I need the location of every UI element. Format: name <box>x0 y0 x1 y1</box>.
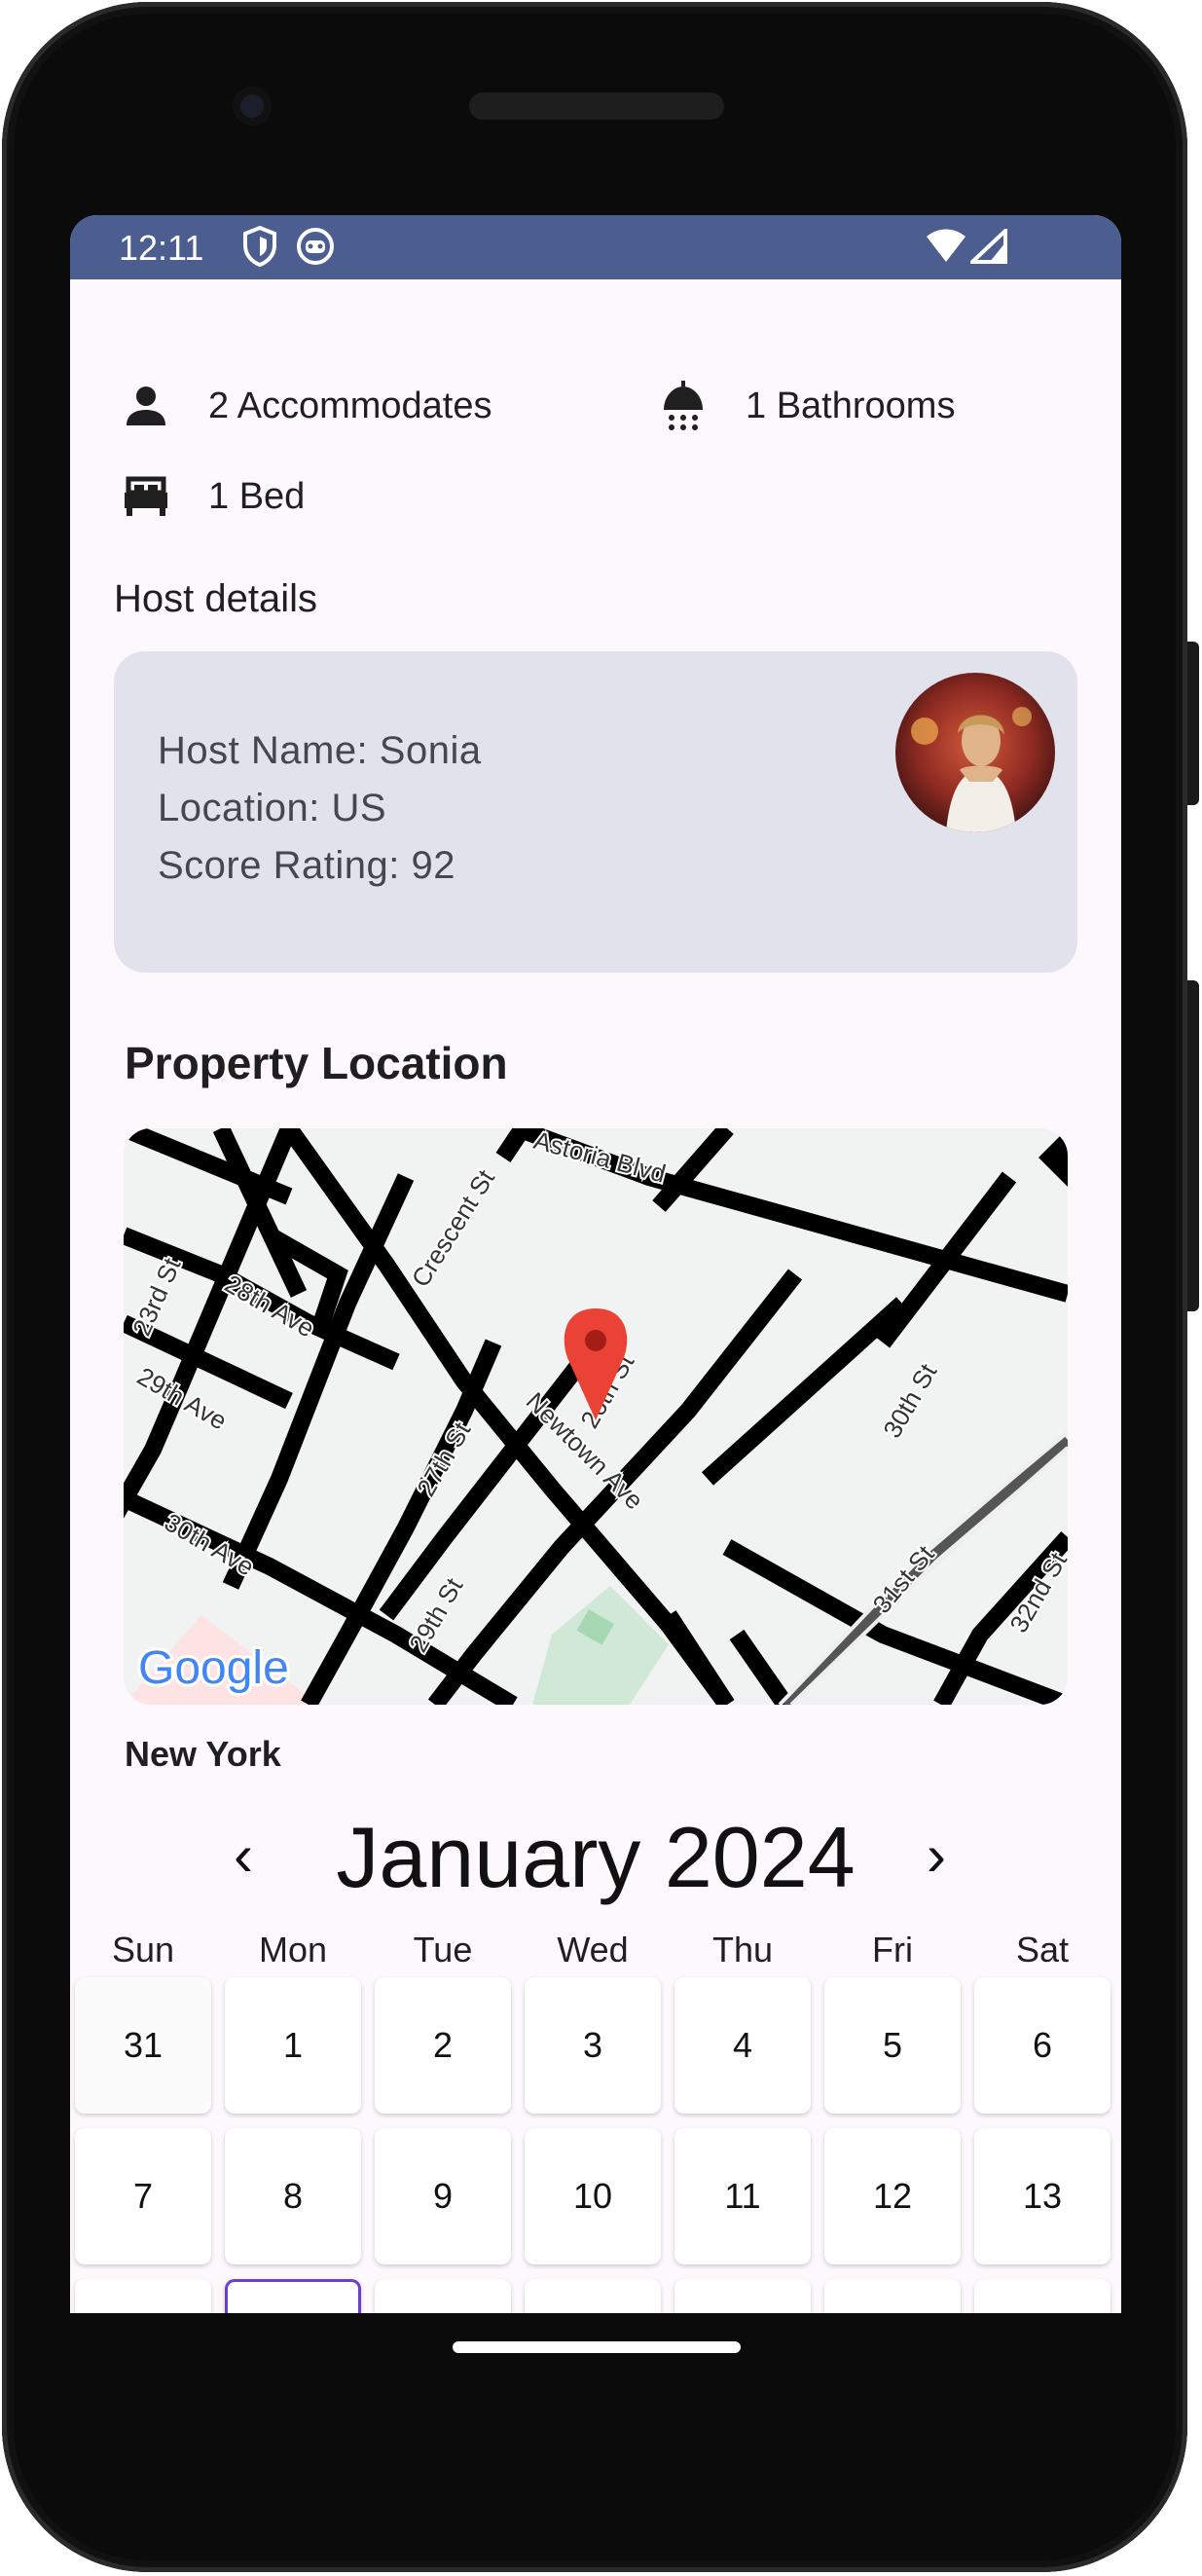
screen: 12:11 2 Accommodates 1 Bathrooms 1 Bed H… <box>70 215 1121 2313</box>
volume-button <box>1187 642 1199 805</box>
calendar-day[interactable] <box>75 2279 211 2313</box>
calendar-day[interactable] <box>525 2279 661 2313</box>
host-score: Score Rating: 92 <box>158 844 455 887</box>
calendar-day[interactable]: 5 <box>824 1977 961 2114</box>
calendar-day[interactable]: 2 <box>375 1977 511 2114</box>
front-camera <box>233 87 272 126</box>
shower-icon <box>656 379 710 433</box>
calendar-day[interactable]: 10 <box>525 2128 661 2264</box>
calendar-day[interactable]: 8 <box>225 2128 361 2264</box>
amenity-bed: 1 Bed <box>119 469 305 524</box>
calendar-day[interactable] <box>375 2279 511 2313</box>
weekday-sat: Sat <box>1015 1930 1070 1969</box>
calendar-day[interactable]: 1 <box>225 1977 361 2114</box>
property-city: New York <box>125 1734 281 1774</box>
calendar-day[interactable]: 12 <box>824 2128 961 2264</box>
weekday-fri: Fri <box>872 1930 913 1969</box>
accommodates-label: 2 Accommodates <box>208 385 492 426</box>
status-time: 12:11 <box>119 228 204 268</box>
wifi-icon <box>925 227 967 269</box>
host-card[interactable]: Host Name: Sonia Location: US Score Rati… <box>114 651 1077 973</box>
calendar-day[interactable]: 13 <box>974 2128 1111 2264</box>
power-button <box>1187 980 1199 1311</box>
status-bar: 12:11 <box>70 215 1121 279</box>
google-logo: Google <box>138 1642 289 1694</box>
host-location: Location: US <box>158 787 387 829</box>
calendar-day[interactable]: 3 <box>525 1977 661 2114</box>
calendar-day[interactable]: 9 <box>375 2128 511 2264</box>
calendar-month-label: January 2024 <box>336 1809 856 1905</box>
calendar-day[interactable]: 4 <box>674 1977 811 2114</box>
calendar-day[interactable] <box>824 2279 961 2313</box>
amenity-accommodates: 2 Accommodates <box>119 379 492 433</box>
calendar-next-button[interactable]: › <box>927 1822 946 1889</box>
person-icon <box>119 379 173 433</box>
weekday-mon: Mon <box>258 1930 328 1969</box>
calendar-day[interactable]: 7 <box>75 2128 211 2264</box>
host-name: Host Name: Sonia <box>158 729 482 772</box>
host-details-title: Host details <box>114 577 317 620</box>
bathrooms-label: 1 Bathrooms <box>746 385 956 426</box>
amenity-bathrooms: 1 Bathrooms <box>656 379 955 433</box>
weekday-tue: Tue <box>413 1930 473 1969</box>
earpiece-speaker <box>469 92 724 120</box>
map-canvas: Astoria Blvd Crescent St 23rd St 28th Av… <box>124 1128 1068 1705</box>
calendar-day[interactable]: 31 <box>75 1977 211 2114</box>
bed-label: 1 Bed <box>208 475 306 517</box>
calendar-day[interactable]: 11 <box>674 2128 811 2264</box>
bed-icon <box>119 469 173 524</box>
property-location-title: Property Location <box>125 1038 508 1088</box>
calendar-day[interactable]: 6 <box>974 1977 1111 2114</box>
weekday-thu: Thu <box>711 1930 774 1969</box>
calendar-day[interactable] <box>974 2279 1111 2313</box>
weekday-sun: Sun <box>111 1930 175 1969</box>
cellular-signal-icon <box>966 226 1007 269</box>
calendar-day[interactable] <box>674 2279 811 2313</box>
android-notification-icon <box>296 227 335 271</box>
home-gesture-bar[interactable] <box>453 2341 741 2353</box>
weekday-wed: Wed <box>557 1930 629 1969</box>
host-avatar <box>895 673 1055 832</box>
phone-frame: 12:11 2 Accommodates 1 Bathrooms 1 Bed H… <box>2 2 1199 2572</box>
property-map[interactable]: Astoria Blvd Crescent St 23rd St 28th Av… <box>124 1128 1068 1705</box>
shield-icon <box>240 225 279 273</box>
calendar-day-selected[interactable] <box>225 2279 361 2313</box>
calendar-header: ‹ January 2024 › <box>70 1808 1121 1905</box>
